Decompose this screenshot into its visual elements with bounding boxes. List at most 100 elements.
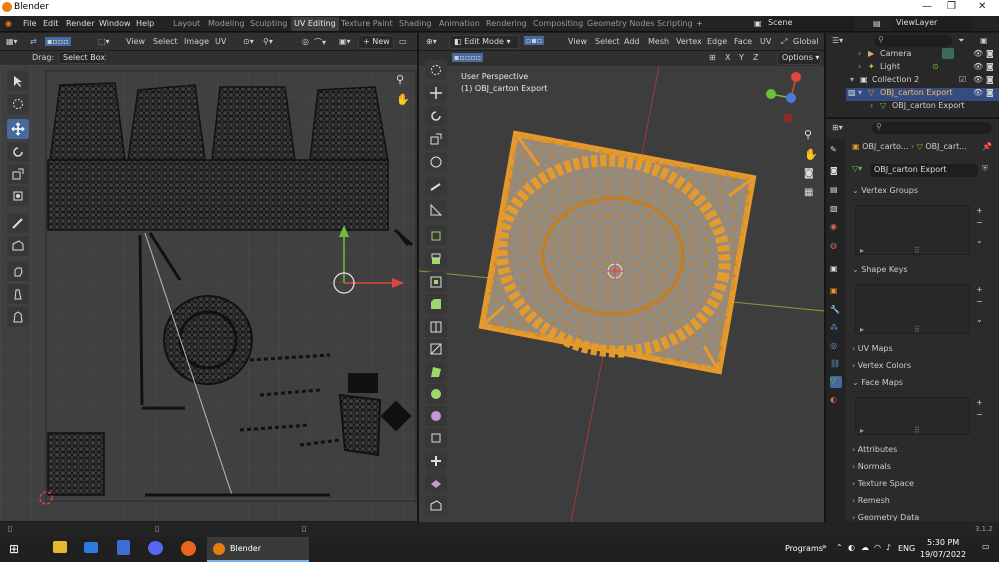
mirror-x[interactable]: X [725, 53, 730, 62]
tab-geometry-nodes[interactable]: Geometry Nodes [587, 19, 654, 28]
modifier-tab-icon[interactable]: 🔧 [830, 305, 842, 317]
onedrive-icon[interactable]: ☁ [861, 543, 869, 552]
blender-menu-icon[interactable]: ◉ [5, 19, 12, 28]
vp-select-tool-icon[interactable] [425, 60, 447, 80]
viewport-canvas[interactable]: User Perspective (1) OBJ_carton Export ⚲… [419, 60, 824, 522]
mirror-icon[interactable]: ⊞ [709, 53, 716, 62]
vp-rip-region-tool-icon[interactable] [425, 496, 447, 516]
annotate-tool-icon[interactable] [7, 213, 29, 233]
object-render-icon[interactable]: ◙ [986, 88, 994, 97]
collection-tab-icon[interactable]: ▣ [830, 264, 842, 276]
properties-type-icon[interactable]: ⊞▾ [832, 123, 843, 132]
outliner-type-icon[interactable]: ☰▾ [832, 36, 843, 45]
menu-window[interactable]: Window [99, 19, 131, 28]
image-browse-icon[interactable]: ▣▾ [339, 37, 351, 46]
select-tool-icon[interactable] [7, 71, 29, 91]
discord-icon[interactable] [148, 541, 163, 555]
tab-animation[interactable]: Animation [439, 19, 480, 28]
options-dropdown[interactable]: Options ▾ [777, 51, 821, 65]
taskbar-programs-label[interactable]: Programs [785, 544, 823, 553]
mail-icon[interactable] [84, 542, 98, 553]
shape-key-remove-icon[interactable]: − [976, 297, 983, 306]
vp-menu-vertex[interactable]: Vertex [676, 37, 702, 46]
proportional-edit-icon[interactable]: ◎ [302, 37, 309, 46]
snap-icon[interactable]: ⚲▾ [263, 37, 273, 46]
face-map-add-icon[interactable]: + [976, 398, 983, 407]
vp-menu-add[interactable]: Add [624, 37, 640, 46]
tab-texture-paint[interactable]: Texture Paint [341, 19, 393, 28]
menu-render[interactable]: Render [66, 19, 94, 28]
vp-spin-tool-icon[interactable] [425, 384, 447, 404]
tab-layout[interactable]: Layout [173, 19, 200, 28]
vp-extrude-tool-icon[interactable] [425, 249, 447, 269]
vertex-group-menu-icon[interactable]: ⌄ [976, 236, 983, 245]
light-visibility-icon[interactable]: 👁 [973, 62, 983, 71]
view-layer-selector[interactable]: ViewLayer [892, 17, 972, 31]
vp-menu-face[interactable]: Face [734, 37, 752, 46]
vp-ortho-grid-icon[interactable]: ▦ [804, 187, 813, 198]
mesh-data-tab-icon[interactable]: ▽ [830, 376, 842, 388]
vp-bevel-tool-icon[interactable] [425, 294, 447, 314]
language-indicator[interactable]: ENG [898, 544, 915, 553]
tray-app-icon[interactable]: ◐ [848, 543, 855, 552]
clock-date[interactable]: 19/07/2022 [920, 550, 966, 559]
mode-dropdown[interactable]: ◧ Edit Mode ▾ [449, 35, 519, 49]
transform-tool-icon[interactable] [7, 186, 29, 206]
tab-compositing[interactable]: Compositing [533, 19, 583, 28]
vp-rotate-tool-icon[interactable] [425, 106, 447, 126]
tab-modeling[interactable]: Modeling [208, 19, 244, 28]
pivot-icon[interactable]: ⊙▾ [243, 37, 254, 46]
close-icon[interactable]: ✕ [978, 1, 986, 12]
menu-help[interactable]: Help [136, 19, 154, 28]
orientation-icon[interactable]: ⤢ [781, 37, 787, 47]
vp-move-tool-icon[interactable] [425, 83, 447, 103]
notifications-icon[interactable]: ▭ [982, 542, 990, 551]
tray-overflow-icon[interactable]: ⌃ [836, 543, 843, 552]
physics-tab-icon[interactable]: ◎ [830, 341, 842, 353]
pin-icon[interactable]: 📌 [982, 142, 992, 151]
panel-geometry-data[interactable]: › Geometry Data [852, 513, 994, 522]
windows-start-icon[interactable]: ⊞ [9, 542, 19, 556]
mesh-name-field[interactable]: OBJ_carton Export [870, 164, 978, 177]
move-tool-icon[interactable] [7, 119, 29, 139]
object-visibility-icon[interactable]: 👁 [973, 88, 983, 97]
panel-remesh[interactable]: › Remesh [852, 496, 994, 510]
view-layer-tab-icon[interactable]: ▧ [830, 204, 842, 216]
programs-chevron-icon[interactable]: » [822, 542, 827, 551]
vp-shear-tool-icon[interactable] [425, 428, 447, 448]
firefox-icon[interactable] [181, 541, 196, 556]
tool-tab-icon[interactable]: ✎ [830, 145, 842, 157]
new-image-button[interactable]: + New [358, 35, 394, 49]
panel-uv-maps[interactable]: › UV Maps [852, 344, 994, 358]
vp-transform-tool-icon[interactable] [425, 152, 447, 172]
vertex-group-remove-icon[interactable]: − [976, 218, 983, 227]
bitwarden-icon[interactable] [117, 540, 130, 555]
face-maps-list[interactable]: ▸ ⠿ [855, 397, 970, 435]
vp-poly-build-tool-icon[interactable] [425, 362, 447, 382]
collection-render-icon[interactable]: ◙ [986, 75, 994, 84]
fake-user-icon[interactable]: ⛨ [982, 164, 988, 174]
outliner-row-mesh-data[interactable]: › ▽ OBJ_carton Export [846, 101, 999, 114]
scene-selector[interactable]: Scene [764, 17, 854, 31]
file-explorer-icon[interactable] [53, 541, 67, 553]
editor-type-icon[interactable]: ▦▾ [6, 37, 18, 46]
vp-menu-edge[interactable]: Edge [707, 37, 727, 46]
gizmo-y-icon[interactable] [766, 89, 776, 99]
rotate-tool-icon[interactable] [7, 142, 29, 162]
face-map-remove-icon[interactable]: − [976, 410, 983, 419]
vp-inset-tool-icon[interactable] [425, 272, 447, 292]
outliner-search-input[interactable]: ⚲ [874, 35, 952, 47]
panel-vertex-groups[interactable]: ⌄ Vertex Groups [852, 186, 994, 200]
drag-select-box-dropdown[interactable]: Select Box [58, 51, 106, 64]
scale-tool-icon[interactable] [7, 164, 29, 184]
orientation-dropdown[interactable]: Global [793, 37, 819, 46]
uv-menu-select[interactable]: Select [153, 37, 178, 46]
collection-exclude-checkbox[interactable]: ☑ [959, 75, 966, 84]
light-render-icon[interactable]: ◙ [986, 62, 994, 71]
render-tab-icon[interactable]: ◙ [830, 166, 842, 178]
tab-scripting[interactable]: Scripting [657, 19, 693, 28]
uv-menu-view[interactable]: View [126, 37, 145, 46]
viewport-editor-type-icon[interactable]: ⊕▾ [426, 37, 437, 46]
grab-tool-icon[interactable] [7, 261, 29, 281]
vp-menu-uv[interactable]: UV [760, 37, 771, 46]
